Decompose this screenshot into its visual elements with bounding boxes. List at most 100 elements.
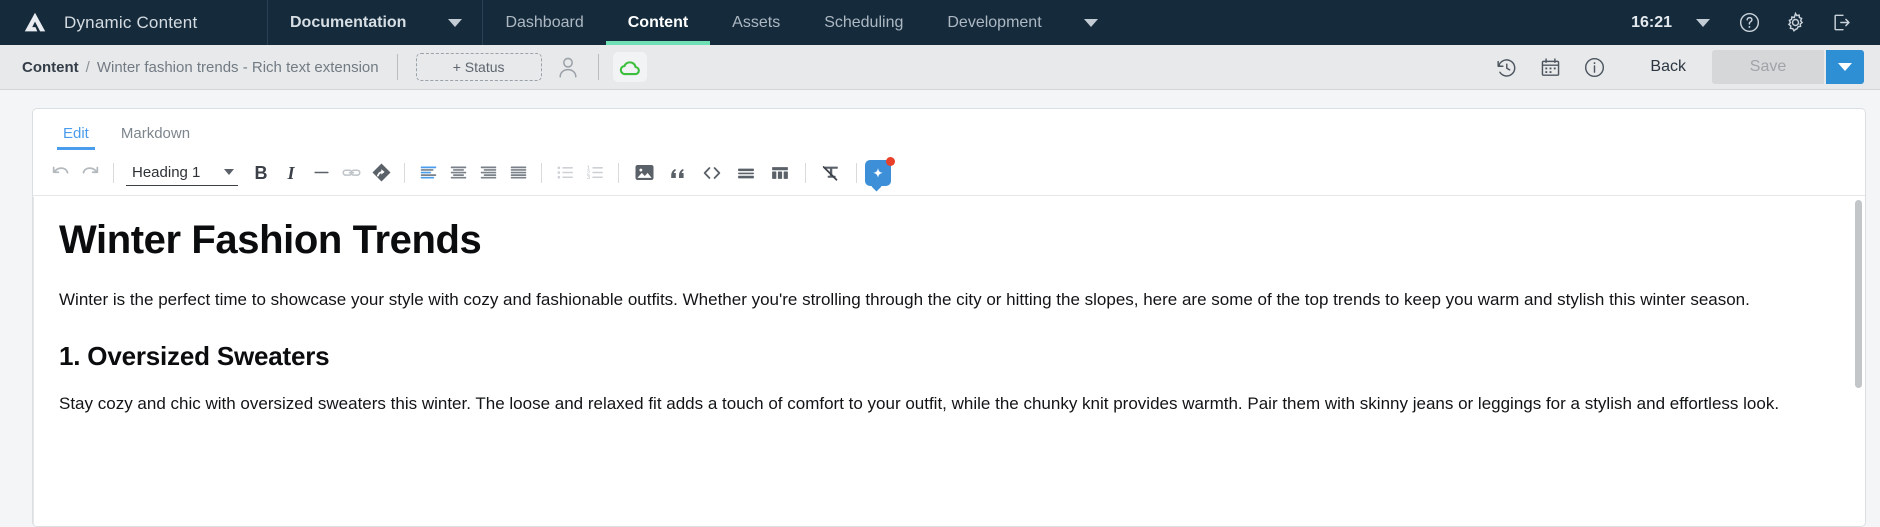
development-dropdown-toggle[interactable] [1064, 0, 1118, 45]
top-bar-utilities: 16:21 [1631, 0, 1880, 45]
tab-markdown[interactable]: Markdown [105, 125, 206, 150]
clear-formatting-button[interactable] [814, 158, 848, 188]
nav-item-space[interactable]: Documentation [268, 0, 428, 45]
horizontal-rule-button[interactable] [306, 158, 336, 188]
calendar-icon[interactable] [1528, 45, 1572, 89]
align-right-icon [480, 166, 496, 179]
align-justify-icon [510, 166, 526, 179]
formatting-toolbar: Heading 1 B I 1 2 3 [33, 150, 1865, 196]
toolbar-divider [618, 162, 619, 183]
divider [396, 54, 398, 80]
inline-code-button[interactable] [695, 158, 729, 188]
save-options-dropdown[interactable] [1826, 50, 1864, 84]
rich-text-editor-card: Edit Markdown Heading 1 B I 1 2 3 Winter… [32, 108, 1866, 527]
chevron-down-icon [224, 169, 234, 175]
toolbar-divider [805, 162, 806, 183]
notification-dot [886, 156, 895, 166]
numbered-list-icon: 123 [586, 166, 603, 181]
image-icon [634, 165, 654, 180]
editor-workspace: Edit Markdown Heading 1 B I 1 2 3 Winter… [0, 90, 1880, 527]
minus-icon [314, 171, 328, 174]
document-area: Winter Fashion Trends Winter is the perf… [33, 196, 1865, 526]
diamond-arrow-icon [371, 163, 391, 182]
blockquote-button[interactable] [661, 158, 695, 188]
quote-marks-icon [671, 168, 684, 178]
align-left-button[interactable] [413, 158, 443, 188]
breadcrumb-root-link[interactable]: Content [22, 59, 79, 76]
insert-image-button[interactable] [627, 158, 661, 188]
nav-item-dashboard[interactable]: Dashboard [483, 0, 605, 45]
code-block-button[interactable] [729, 158, 763, 188]
left-gutter [14, 108, 32, 527]
table-icon [772, 166, 788, 179]
chevron-down-icon [1696, 18, 1710, 27]
brand-home-link[interactable]: Dynamic Content [0, 0, 268, 45]
gear-icon[interactable] [1772, 0, 1818, 45]
divider [597, 54, 599, 80]
align-right-button[interactable] [473, 158, 503, 188]
sign-out-icon[interactable] [1818, 0, 1864, 45]
publish-status-button[interactable] [612, 52, 647, 82]
toolbar-divider [541, 162, 542, 183]
redo-arrow-icon[interactable] [75, 158, 105, 188]
svg-text:3: 3 [586, 175, 589, 181]
clock-dropdown-toggle[interactable] [1680, 0, 1726, 45]
section-1-heading: 1. Oversized Sweaters [59, 341, 330, 372]
action-bar-right: Back Save [1484, 45, 1864, 89]
scrollbar-thumb[interactable] [1855, 200, 1862, 388]
toolbar-divider [856, 162, 857, 183]
nav-item-assets[interactable]: Assets [710, 0, 802, 45]
nav-item-development[interactable]: Development [925, 0, 1063, 45]
numbered-list-button[interactable]: 123 [580, 158, 610, 188]
chevron-down-icon [1838, 63, 1852, 71]
align-left-icon [420, 166, 436, 179]
dynamic-content-triangle-logo [22, 10, 48, 36]
editor-tab-bar: Edit Markdown [33, 109, 1865, 150]
chevron-down-icon [1083, 18, 1098, 27]
back-button[interactable]: Back [1616, 58, 1712, 76]
add-status-button[interactable]: + Status [415, 53, 542, 81]
vertical-scrollbar[interactable] [1853, 196, 1865, 526]
cloud-icon [619, 60, 640, 75]
tab-edit[interactable]: Edit [47, 125, 105, 150]
breadcrumb-current-item: Winter fashion trends - Rich text extens… [96, 58, 379, 76]
align-center-button[interactable] [443, 158, 473, 188]
help-circle-icon[interactable] [1726, 0, 1772, 45]
space-dropdown-toggle[interactable] [428, 0, 482, 45]
content-link-button[interactable] [366, 158, 396, 188]
primary-nav: Documentation Dashboard Content Assets S… [268, 0, 1631, 45]
italic-icon: I [287, 162, 295, 183]
save-button[interactable]: Save [1712, 50, 1824, 84]
avatar[interactable] [542, 54, 594, 80]
bold-button[interactable]: B [246, 158, 276, 188]
bullet-list-icon [557, 166, 573, 179]
toolbar-divider [404, 162, 405, 183]
section-1-paragraph: Stay cozy and chic with oversized sweate… [59, 394, 1780, 414]
info-circle-icon[interactable] [1572, 45, 1616, 89]
code-brackets-icon [703, 166, 721, 179]
content-left-border [33, 197, 34, 526]
document-title: Winter Fashion Trends [59, 218, 482, 262]
ai-assistant-button[interactable] [865, 156, 895, 186]
italic-button[interactable]: I [276, 158, 306, 188]
link-button[interactable] [336, 158, 366, 188]
brand-name: Dynamic Content [64, 12, 198, 32]
nav-item-scheduling[interactable]: Scheduling [802, 0, 925, 45]
user-avatar-icon [559, 57, 577, 78]
sparkle-star-icon [873, 167, 883, 178]
nav-item-content[interactable]: Content [605, 0, 711, 45]
clock-label: 16:21 [1631, 13, 1672, 31]
align-justify-button[interactable] [503, 158, 533, 188]
history-clock-icon[interactable] [1484, 45, 1528, 89]
top-navigation-bar: Dynamic Content Documentation Dashboard … [0, 0, 1880, 45]
toolbar-divider [113, 162, 114, 183]
bulleted-list-button[interactable] [550, 158, 580, 188]
block-format-value: Heading 1 [132, 163, 201, 181]
insert-table-button[interactable] [763, 158, 797, 188]
align-center-icon [450, 166, 466, 179]
bold-icon: B [254, 162, 268, 183]
block-format-select[interactable]: Heading 1 [126, 160, 238, 186]
undo-arrow-icon[interactable] [45, 158, 75, 188]
rich-text-content[interactable]: Winter Fashion Trends Winter is the perf… [33, 196, 1853, 526]
clear-format-icon [822, 165, 838, 181]
